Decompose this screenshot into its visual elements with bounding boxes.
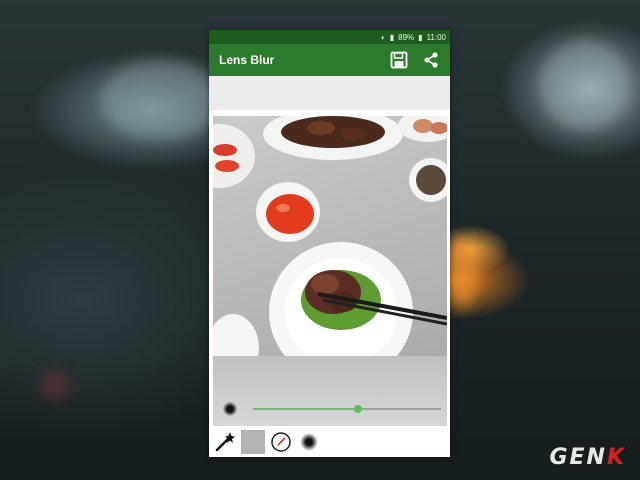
bottom-toolbar (209, 426, 450, 457)
mask-button[interactable] (241, 429, 265, 454)
share-icon (424, 52, 438, 68)
alarm-icon: ◐ (380, 32, 386, 42)
phone-screen: ◐ ▮ 89% ▮ 11:00 Lens Blur (209, 30, 450, 457)
blur-amount-icon (223, 402, 237, 416)
battery-icon: ▮ (418, 32, 423, 42)
genk-watermark: GENK (549, 445, 626, 470)
app-bar: Lens Blur (209, 44, 450, 76)
save-button[interactable] (388, 49, 410, 71)
app-title: Lens Blur (219, 53, 275, 67)
save-icon (390, 51, 408, 69)
blur-brush-icon (300, 432, 318, 451)
food-photo (213, 116, 447, 356)
share-button[interactable] (420, 49, 442, 71)
focus-point-button[interactable] (269, 430, 293, 454)
top-strip (209, 76, 450, 110)
photo-canvas[interactable] (213, 116, 447, 356)
clock: 11:00 (426, 32, 446, 42)
status-bar: ◐ ▮ 89% ▮ 11:00 (209, 30, 450, 44)
magic-wand-icon (215, 431, 235, 451)
blur-slider-thumb[interactable] (354, 405, 363, 413)
signal-icon: ▮ (389, 32, 395, 42)
watermark-text: GEN (549, 445, 607, 470)
blur-slider-fill (253, 408, 359, 410)
blur-controls (213, 356, 447, 426)
blur-slider[interactable] (253, 405, 441, 413)
watermark-text-k: K (606, 445, 626, 470)
focus-point-icon (271, 431, 291, 452)
magic-wand-button[interactable] (213, 430, 237, 454)
battery-percent: 89% (398, 32, 415, 42)
blur-brush-button[interactable] (297, 430, 321, 454)
